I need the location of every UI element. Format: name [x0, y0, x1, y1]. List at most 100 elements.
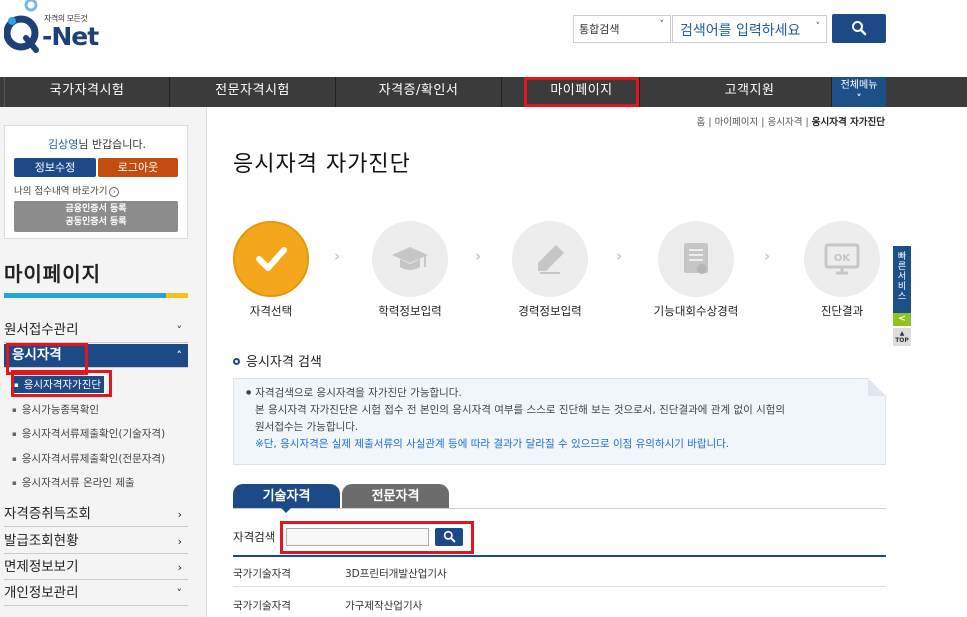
step-label: 진단결과: [787, 303, 897, 319]
step-label: 기능대회수상경력: [641, 303, 751, 319]
graduation-cap-icon: [390, 239, 430, 279]
pencil-icon: [530, 239, 570, 279]
tab-professional[interactable]: 전문자격: [342, 484, 449, 509]
edit-info-button[interactable]: 정보수정: [14, 158, 96, 177]
check-icon: [251, 239, 291, 279]
chevron-down-icon: ˅: [832, 92, 886, 105]
breadcrumb-sep: |: [761, 117, 764, 128]
sidebar-title: 마이페이지: [4, 258, 101, 287]
breadcrumb: 홈 | 마이페이지 | 응시자격 | 응시자격 자가진단: [697, 114, 885, 128]
result-category: 국가기술자격: [233, 566, 291, 581]
top-label: TOP: [893, 337, 911, 344]
result-name[interactable]: 3D프린터개발산업기사: [345, 566, 447, 581]
sidebar-item-issue-status[interactable]: 발급조회현황 ›: [4, 530, 188, 554]
nav-item-national-exam[interactable]: 국가자격시험: [4, 77, 170, 107]
section-title-text: 응시자격 검색: [246, 355, 322, 370]
breadcrumb-home[interactable]: 홈: [697, 117, 706, 128]
step-label: 자격선택: [216, 303, 326, 319]
sub-item-online-submit[interactable]: 응시자격서류 온라인 제출: [12, 475, 135, 490]
sidebar-item-label: 자격증취득조회: [4, 506, 91, 522]
chevron-down-icon: ˅: [177, 582, 183, 605]
step-result: OK: [804, 221, 880, 297]
page-fold-icon: [868, 378, 886, 396]
notice-line: 자격검색으로 응시자격을 자가진단 가능합니다.: [246, 384, 885, 402]
chevron-right-icon: ›: [178, 503, 182, 526]
chevron-down-icon: ˅: [816, 22, 821, 32]
step-label: 학력정보입력: [355, 303, 465, 319]
ok-monitor-icon: OK: [822, 239, 862, 279]
nav-item-mypage[interactable]: 마이페이지: [524, 77, 640, 107]
search-category-select[interactable]: 통합검색 ˅: [573, 15, 671, 43]
sidebar-item-label: 원서접수관리: [4, 322, 79, 338]
search-button[interactable]: [832, 14, 886, 43]
nav-item-professional-exam[interactable]: 전문자격시험: [170, 77, 336, 107]
chevron-right-icon: ›: [334, 247, 340, 265]
user-greeting: 김상영님 반갑습니다.: [5, 136, 189, 152]
column-divider: [206, 107, 207, 617]
scroll-top-button[interactable]: ▲ TOP: [893, 328, 911, 346]
breadcrumb-sep: |: [708, 117, 711, 128]
user-name: 김상영: [48, 138, 78, 151]
financial-cert-label: 금융인증서 등록: [14, 203, 178, 216]
quick-service-tab[interactable]: 빠 른 서 비 스 <: [893, 246, 911, 326]
logout-button[interactable]: 로그아웃: [98, 158, 178, 177]
certificate-icon: [676, 239, 716, 279]
quick-service-char: 른: [893, 262, 911, 272]
bullet-circle-icon: [233, 358, 240, 365]
receipt-link-label: 나의 접수내역 바로가기: [14, 186, 107, 197]
step-education: [372, 221, 448, 297]
notice-warning: ※단, 응시자격은 실제 제출서류의 사실관계 등에 따라 결과가 달라질 수 …: [246, 436, 885, 453]
quick-service-char: 비: [893, 282, 911, 292]
step-career: [512, 221, 588, 297]
table-row[interactable]: 국가기술자격 가구제작산업기사: [233, 589, 886, 617]
sidebar-item-label: 면제정보보기: [4, 559, 79, 575]
search-input[interactable]: 검색어를 입력하세요 ˅: [672, 15, 827, 43]
search-placeholder: 검색어를 입력하세요: [680, 23, 800, 39]
sidebar-item-application[interactable]: 원서접수관리 ˅: [4, 319, 188, 343]
chevron-right-icon: ›: [764, 247, 770, 265]
greeting-text: 님 반갑습니다.: [78, 138, 146, 151]
nav-item-support[interactable]: 고객지원: [668, 77, 832, 107]
sidebar-item-cert-acquisition[interactable]: 자격증취득조회 ›: [4, 503, 188, 527]
sidebar-item-exemption[interactable]: 면제정보보기 ›: [4, 556, 188, 580]
chevron-right-circle-icon: ›: [109, 187, 119, 197]
chevron-down-icon: ˅: [177, 319, 183, 342]
notice-line: 본 응시자격 자가진단은 시험 접수 전 본인의 응시자격 여부를 스스로 진단…: [246, 402, 885, 419]
quick-service-char: 서: [893, 272, 911, 282]
search-icon: [851, 20, 867, 36]
sidebar-item-label: 개인정보관리: [4, 585, 79, 601]
breadcrumb-sep: |: [806, 117, 809, 128]
step-qualification-select: [233, 221, 309, 297]
result-category: 국가기술자격: [233, 598, 291, 613]
quick-service-char: 스: [893, 292, 911, 302]
sub-item-doc-prof[interactable]: 응시자격서류제출확인(전문자격): [12, 451, 165, 466]
sub-item-doc-tech[interactable]: 응시자격서류제출확인(기술자격): [12, 426, 165, 441]
qual-search-label: 자격검색: [233, 529, 275, 545]
chevron-up-icon: ˄: [177, 344, 183, 367]
svg-text:OK: OK: [834, 253, 852, 264]
sidebar-item-eligibility[interactable]: 응시자격 ˄: [4, 344, 188, 368]
breadcrumb-mypage[interactable]: 마이페이지: [715, 117, 759, 128]
chevron-down-icon: ˅: [660, 20, 665, 30]
chevron-left-icon[interactable]: <: [893, 313, 911, 326]
chevron-right-icon: ›: [178, 530, 182, 553]
chevron-right-icon: ›: [616, 247, 622, 265]
certificate-register-button[interactable]: 금융인증서 등록 공동인증서 등록: [14, 201, 178, 232]
sub-item-available-check[interactable]: 응시가능종목확인: [12, 402, 99, 417]
all-menu-button[interactable]: 전체메뉴 ˅: [832, 77, 886, 107]
qnet-logo[interactable]: 자격의 모든것 -Net: [4, 0, 124, 60]
receipt-history-link[interactable]: 나의 접수내역 바로가기›: [14, 183, 119, 197]
page-title: 응시자격 자가진단: [233, 146, 411, 178]
notice-line: 원서접수는 가능합니다.: [246, 419, 885, 436]
result-name[interactable]: 가구제작산업기사: [345, 598, 422, 613]
highlight-box: [11, 370, 112, 397]
user-info-box: 김상영님 반갑습니다. 정보수정 로그아웃 나의 접수내역 바로가기› 금융인증…: [4, 125, 188, 239]
breadcrumb-eligibility[interactable]: 응시자격: [768, 117, 803, 128]
all-menu-label: 전체메뉴: [841, 80, 878, 91]
nav-item-certificate[interactable]: 자격증/확인서: [336, 77, 502, 107]
table-row[interactable]: 국가기술자격 3D프린터개발산업기사: [233, 557, 886, 587]
tab-technical[interactable]: 기술자격: [233, 484, 340, 509]
tab-underline: [233, 508, 886, 509]
sidebar-item-personal-info[interactable]: 개인정보관리 ˅: [4, 582, 188, 606]
title-underline: [4, 293, 188, 298]
